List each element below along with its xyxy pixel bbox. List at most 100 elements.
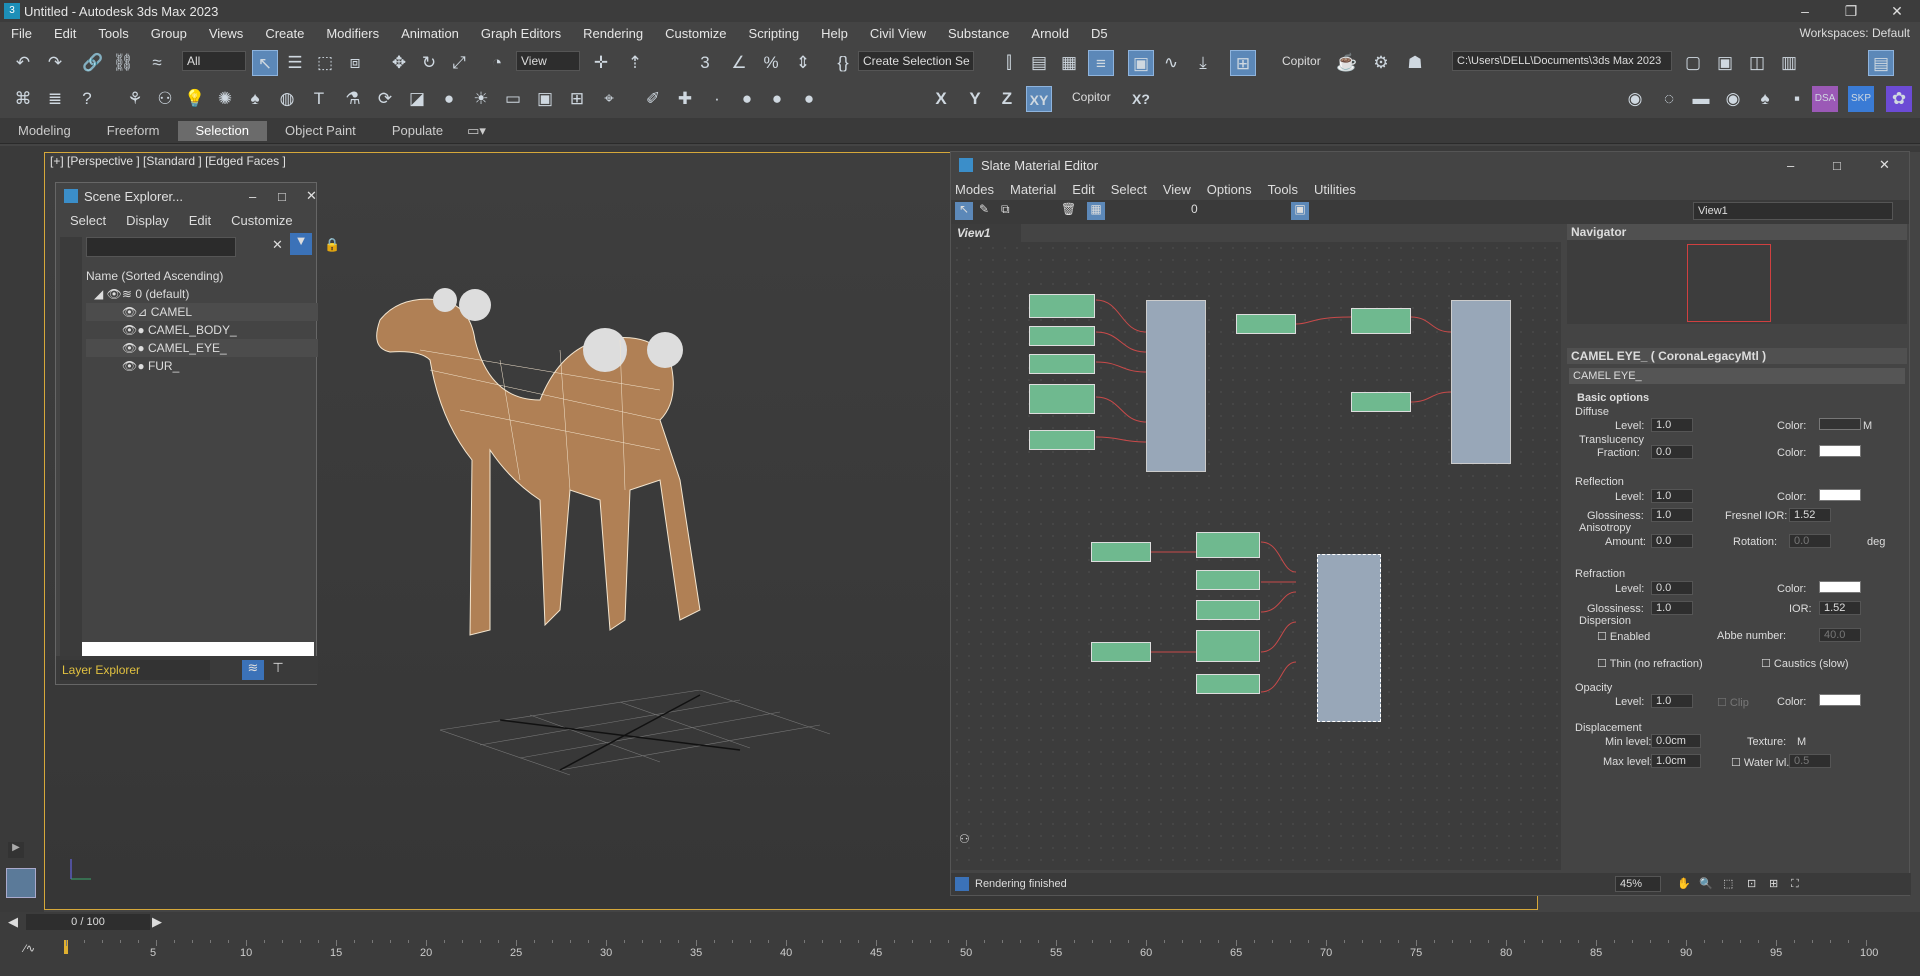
- menu-graph-editors[interactable]: Graph Editors: [470, 26, 572, 41]
- reflection-color-swatch[interactable]: [1819, 489, 1861, 501]
- menu-rendering[interactable]: Rendering: [572, 26, 654, 41]
- slate-menu-edit[interactable]: Edit: [1072, 182, 1094, 197]
- thin-checkbox[interactable]: ☐ Thin (no refraction): [1597, 657, 1703, 670]
- show-map-icon[interactable]: 0: [1191, 202, 1198, 216]
- snaps-toggle-icon[interactable]: 3: [692, 50, 718, 76]
- move-icon[interactable]: ✥: [386, 50, 412, 76]
- canvas-tool-icon[interactable]: ⚇: [959, 832, 970, 846]
- glossiness-spinner[interactable]: 1.0: [1651, 508, 1693, 522]
- render-setup-icon[interactable]: ☕: [1334, 50, 1360, 76]
- slate-menu-utilities[interactable]: Utilities: [1314, 182, 1356, 197]
- map-node[interactable]: [1351, 392, 1411, 412]
- ior-spinner[interactable]: 1.52: [1819, 601, 1861, 615]
- opacity-color-swatch[interactable]: [1819, 694, 1861, 706]
- se-clear-icon[interactable]: ✕: [272, 237, 283, 253]
- map-node[interactable]: [1091, 642, 1151, 662]
- time-slider[interactable]: 0 / 100: [26, 914, 150, 930]
- menu-modifiers[interactable]: Modifiers: [315, 26, 390, 41]
- project-path-dropdown[interactable]: C:\Users\DELL\Documents\3ds Max 2023: [1452, 51, 1672, 71]
- grid-icon[interactable]: ⊞: [564, 86, 590, 112]
- plugin-icon[interactable]: ⌘: [10, 86, 36, 112]
- select-object-icon[interactable]: ↖: [252, 50, 278, 76]
- prev-frame-icon[interactable]: ◀: [8, 914, 18, 930]
- expand-arrow-icon[interactable]: ◢: [94, 287, 103, 301]
- zoom-icon[interactable]: 🔍: [1699, 873, 1713, 895]
- select-by-name-icon[interactable]: ☰: [282, 50, 308, 76]
- converter-icon[interactable]: ⚗: [340, 86, 366, 112]
- se-minimize-icon[interactable]: –: [249, 189, 256, 204]
- dsa-icon[interactable]: DSA: [1812, 86, 1838, 112]
- eye-icon[interactable]: 👁: [122, 339, 137, 357]
- pick-material-icon[interactable]: ✎: [979, 202, 989, 216]
- slate-menu-select[interactable]: Select: [1111, 182, 1147, 197]
- map-node[interactable]: [1196, 674, 1260, 694]
- command-panel-icon[interactable]: ▤: [1868, 50, 1894, 76]
- axis-xy-button[interactable]: XY: [1026, 86, 1052, 112]
- menu-animation[interactable]: Animation: [390, 26, 470, 41]
- redo-icon[interactable]: ↷: [42, 50, 68, 76]
- ribbon-options-icon[interactable]: ▭▾: [461, 121, 492, 141]
- spinner-snap-icon[interactable]: ⇕: [790, 50, 816, 76]
- delete-icon[interactable]: 🗑: [1061, 202, 1076, 216]
- restore-icon[interactable]: ❐: [1828, 0, 1874, 22]
- toggle-layer-explorer-icon[interactable]: ≡: [1088, 50, 1114, 76]
- dispersion-enabled-checkbox[interactable]: ☐ Enabled: [1597, 630, 1650, 643]
- light-icon[interactable]: 💡: [182, 86, 208, 112]
- se-lock-icon[interactable]: 🔒: [324, 237, 340, 253]
- se-item-fur[interactable]: 👁 ● FUR_: [86, 357, 318, 375]
- link-icon[interactable]: 🔗: [80, 50, 106, 76]
- unlink-icon[interactable]: ⛓: [110, 50, 136, 76]
- slate-menu-modes[interactable]: Modes: [955, 182, 994, 197]
- slate-menu-material[interactable]: Material: [1010, 182, 1056, 197]
- put-material-icon[interactable]: ⧉: [1001, 202, 1010, 217]
- close-icon[interactable]: ✕: [1874, 0, 1920, 22]
- align-icon[interactable]: ▤: [1026, 50, 1052, 76]
- layer-explorer-dropdown[interactable]: Layer Explorer: [60, 660, 210, 680]
- map-node[interactable]: [1196, 532, 1260, 558]
- map-node[interactable]: [1351, 308, 1411, 334]
- map-node[interactable]: [1196, 600, 1260, 620]
- slate-maximize-icon[interactable]: □: [1833, 158, 1841, 173]
- sun-icon[interactable]: ✺: [212, 86, 238, 112]
- frame-icon[interactable]: ▭: [500, 86, 526, 112]
- menu-scripting[interactable]: Scripting: [738, 26, 811, 41]
- toggle-scene-explorer-icon[interactable]: ▦: [1056, 50, 1082, 76]
- camera-icon[interactable]: ▬: [1688, 86, 1714, 112]
- window-crossing-icon[interactable]: ⧈: [342, 50, 368, 76]
- bulb-icon[interactable]: ☀: [468, 86, 494, 112]
- mirror-icon[interactable]: ⫿: [996, 50, 1022, 76]
- zoom-dropdown[interactable]: 45%: [1615, 876, 1661, 892]
- pan-icon[interactable]: ✋: [1677, 873, 1691, 895]
- axis-y-button[interactable]: Y: [962, 86, 988, 112]
- se-item-camel-eye[interactable]: 👁 ● CAMEL_EYE_: [86, 339, 318, 357]
- menu-tools[interactable]: Tools: [87, 26, 139, 41]
- refraction-color-swatch[interactable]: [1819, 581, 1861, 593]
- interactive-icon[interactable]: ●: [436, 86, 462, 112]
- minimize-icon[interactable]: –: [1782, 0, 1828, 22]
- menu-civil-view[interactable]: Civil View: [859, 26, 937, 41]
- clip-checkbox[interactable]: ☐ Clip: [1717, 696, 1749, 709]
- copitor-label-2[interactable]: Copitor: [1072, 90, 1111, 104]
- globe-icon[interactable]: ◉: [1622, 86, 1648, 112]
- menu-views[interactable]: Views: [198, 26, 254, 41]
- select-manipulate-icon[interactable]: ⇡: [622, 50, 648, 76]
- fraction-spinner[interactable]: 0.0: [1651, 445, 1693, 459]
- axis-xq-button[interactable]: X?: [1128, 86, 1154, 112]
- scale-icon[interactable]: ⤢: [446, 50, 472, 76]
- zoom-selected-icon[interactable]: ⊞: [1769, 873, 1778, 895]
- fit-icon[interactable]: ⛶: [1791, 873, 1799, 895]
- tab-modeling[interactable]: Modeling: [0, 121, 89, 141]
- list-icon[interactable]: ≣: [42, 86, 68, 112]
- map-node[interactable]: [1029, 294, 1095, 318]
- diffuse-level-spinner[interactable]: 1.0: [1651, 418, 1693, 432]
- layout-icon[interactable]: ▣: [1291, 202, 1309, 220]
- material-node-selected[interactable]: [1317, 554, 1381, 722]
- render-icon[interactable]: ⟳: [372, 86, 398, 112]
- undo-icon[interactable]: ↶: [10, 50, 36, 76]
- eye-icon[interactable]: 👁: [122, 303, 137, 321]
- min-level-spinner[interactable]: 0.0cm: [1651, 734, 1701, 748]
- box-icon[interactable]: ▪: [1784, 86, 1810, 112]
- map-node[interactable]: [1029, 430, 1095, 450]
- menu-arnold[interactable]: Arnold: [1020, 26, 1080, 41]
- map-node[interactable]: [1196, 630, 1260, 662]
